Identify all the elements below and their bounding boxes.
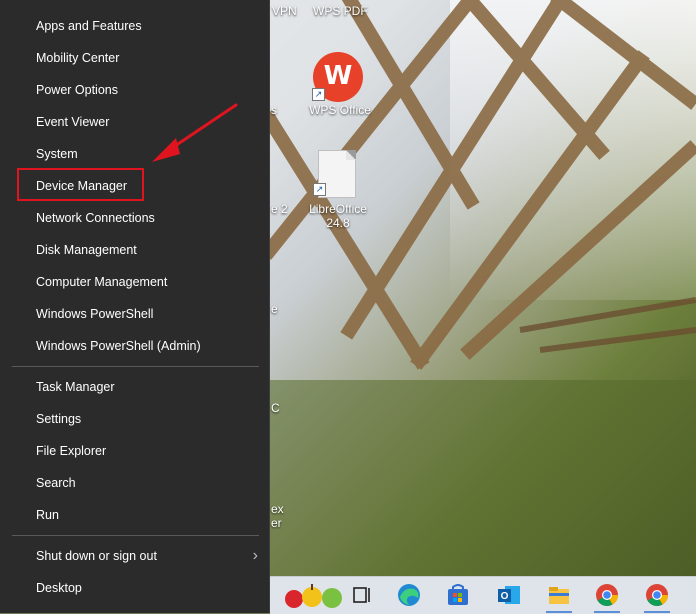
fruit-icon[interactable] <box>284 582 346 608</box>
annotation-arrow-icon <box>152 103 238 162</box>
file-explorer-icon[interactable] <box>546 582 572 608</box>
chrome-icon[interactable] <box>594 582 620 608</box>
task-view-icon[interactable] <box>349 582 375 608</box>
taskbar: O <box>270 576 696 614</box>
svg-text:O: O <box>501 591 509 602</box>
edge-icon[interactable] <box>396 582 422 608</box>
store-icon[interactable] <box>445 582 471 608</box>
chrome-icon[interactable] <box>644 582 670 608</box>
outlook-icon[interactable]: O <box>496 582 522 608</box>
